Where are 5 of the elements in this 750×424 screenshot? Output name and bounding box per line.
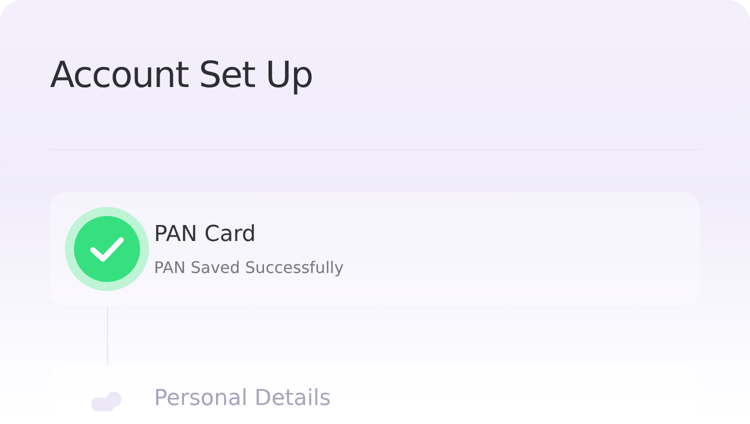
step-title: Personal Details bbox=[154, 386, 331, 412]
step-title: PAN Card bbox=[154, 222, 257, 248]
page-title: Account Set Up bbox=[50, 54, 314, 98]
step-status: PAN Saved Successfully bbox=[154, 258, 344, 276]
check-circle-icon bbox=[65, 207, 149, 291]
